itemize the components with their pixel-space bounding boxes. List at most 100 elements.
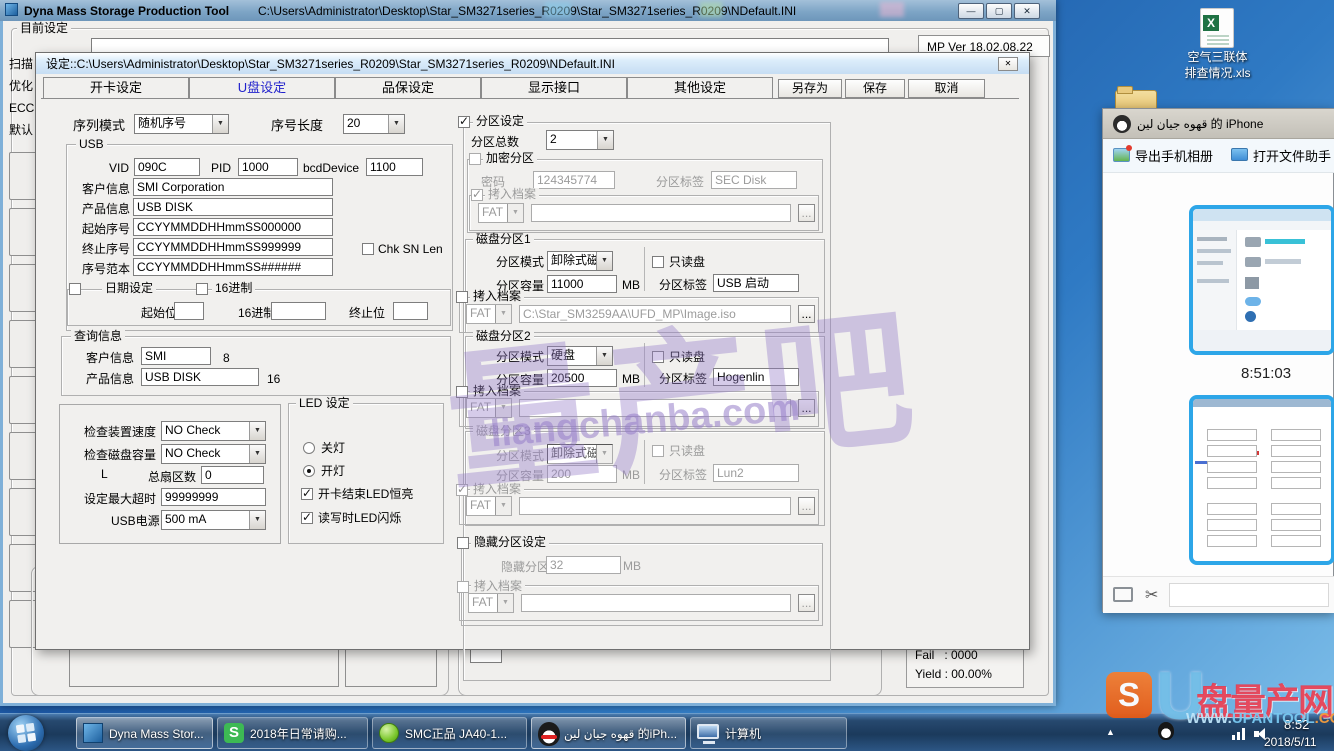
check-capacity-dropdown[interactable]: NO Check — [161, 444, 266, 464]
partition-enable-checkbox[interactable] — [458, 116, 470, 128]
p2-capacity-field[interactable]: 20500 — [547, 369, 617, 387]
secure-copy-label: 拷入档案 — [485, 188, 539, 201]
date-setting-checkbox[interactable] — [69, 283, 81, 295]
main-window-title: Dyna Mass Storage Production Tool — [24, 4, 229, 18]
led-off-label: 关灯 — [321, 441, 345, 455]
save-button[interactable]: 保存 — [845, 79, 905, 98]
partition-total-dropdown[interactable]: 2 — [546, 130, 614, 150]
maximize-button[interactable]: ▢ — [986, 3, 1012, 19]
p2-browse-button[interactable]: ... — [798, 399, 815, 417]
photo-thumbnail-mptool[interactable] — [1189, 395, 1334, 565]
dialog-titlebar[interactable]: 设定::C:\Users\Administrator\Desktop\Star_… — [36, 53, 1029, 74]
sn-end-label: 终止序号 — [82, 242, 130, 256]
thumb1-cloud — [1245, 297, 1261, 306]
start-bit-field[interactable] — [174, 302, 204, 320]
taskbar-item-smc[interactable]: SMC正品 JA40-1... — [372, 717, 527, 749]
p2-mode-dropdown[interactable]: 硬盘 — [547, 346, 613, 366]
p1-copy-checkbox[interactable] — [456, 291, 468, 303]
thumb2-slot3 — [1207, 461, 1257, 473]
taskbar-item-wps[interactable]: S 2018年日常请购... — [217, 717, 368, 749]
led-steady-checkbox[interactable] — [301, 488, 313, 500]
tab-display-interface[interactable]: 显示接口 — [481, 77, 627, 99]
check-speed-dropdown[interactable]: NO Check — [161, 421, 266, 441]
query-customer-field[interactable]: SMI — [141, 347, 211, 365]
secure-partition-checkbox[interactable] — [469, 153, 481, 165]
led-on-radio[interactable] — [303, 465, 315, 477]
p1-mode-label: 分区模式 — [496, 255, 544, 269]
usb-power-dropdown[interactable]: 500 mA — [161, 510, 266, 530]
p2-tag-field[interactable]: Hogenlin — [713, 368, 799, 386]
minimize-button[interactable]: — — [958, 3, 984, 19]
tray-show-hidden-icon[interactable]: ▲ — [1106, 727, 1115, 737]
bcddevice-label: bcdDevice — [303, 161, 359, 175]
close-button[interactable]: ✕ — [1014, 3, 1040, 19]
phone-window-titlebar[interactable]: قهوه جيان لين 的 iPhone — [1103, 109, 1334, 139]
hidden-partition-checkbox[interactable] — [457, 537, 469, 549]
hex2-field[interactable] — [271, 302, 326, 320]
p2-readonly-checkbox[interactable] — [652, 351, 664, 363]
scissors-icon[interactable]: ✂ — [1145, 585, 1158, 605]
file-helper-button[interactable]: 打开文件助手 — [1253, 150, 1331, 164]
p3-fs-dropdown: FAT — [466, 496, 512, 516]
p2-copy-label: 拷入档案 — [470, 385, 524, 398]
cancel-button[interactable]: 取消 — [908, 79, 985, 98]
disk-partition1-title: 磁盘分区1 — [473, 233, 534, 246]
p1-readonly-checkbox[interactable] — [652, 256, 664, 268]
led-blink-checkbox[interactable] — [301, 512, 313, 524]
excel-label-line1: 空气三联体 — [1150, 50, 1285, 64]
p1-browse-button[interactable]: ... — [798, 305, 815, 323]
sn-template-field[interactable]: CCYYMMDDHHmmSS###### — [133, 258, 333, 276]
tab-qa-settings[interactable]: 品保设定 — [335, 77, 481, 99]
customer-info-field[interactable]: SMI Corporation — [133, 178, 333, 196]
thumb2-slot11 — [1207, 535, 1257, 547]
thumb1-drive1 — [1245, 237, 1261, 247]
export-photos-button[interactable]: 导出手机相册 — [1135, 150, 1213, 164]
total-sectors-label: 总扇区数 — [148, 470, 196, 484]
tray-clock-date[interactable]: 2018/5/11 — [1264, 735, 1317, 749]
p1-capacity-field[interactable]: 11000 — [547, 275, 617, 293]
p2-copy-checkbox[interactable] — [456, 386, 468, 398]
hidden-copy-checkbox — [457, 581, 469, 593]
taskbar-item-dyna[interactable]: Dyna Mass Stor... — [76, 717, 213, 749]
folder-shortcut-icon[interactable] — [1113, 587, 1133, 602]
hex-label: 16进制 — [212, 282, 255, 295]
p3-copy-checkbox — [456, 484, 468, 496]
query-product-label: 产品信息 — [86, 372, 134, 386]
serial-mode-dropdown[interactable]: 随机序号 — [134, 114, 229, 134]
tray-qq-icon[interactable] — [1158, 722, 1174, 740]
phone-input-box[interactable] — [1169, 583, 1329, 607]
bcddevice-field[interactable]: 1100 — [366, 158, 423, 176]
chk-sn-len-checkbox[interactable] — [362, 243, 374, 255]
hex-checkbox[interactable] — [196, 283, 208, 295]
p1-tag-field[interactable]: USB 启动 — [713, 274, 799, 292]
sn-end-field[interactable]: CCYYMMDDHHmmSS999999 — [133, 238, 333, 256]
product-info-field[interactable]: USB DISK — [133, 198, 333, 216]
vid-field[interactable]: 090C — [134, 158, 200, 176]
led-off-radio[interactable] — [303, 442, 315, 454]
main-window-titlebar[interactable]: Dyna Mass Storage Production Tool C:\Use… — [0, 0, 1056, 21]
tab-card-settings[interactable]: 开卡设定 — [43, 77, 189, 99]
start-button[interactable] — [8, 715, 44, 751]
total-sectors-field[interactable]: 0 — [201, 466, 264, 484]
taskbar-item-computer[interactable]: 计算机 — [690, 717, 847, 749]
tray-clock-time[interactable]: 8:52 — [1284, 718, 1309, 732]
tab-other-settings[interactable]: 其他设定 — [627, 77, 773, 99]
taskbar-item-qq[interactable]: قهوه جيان لين 的iPh... — [531, 717, 686, 749]
product-info-label: 产品信息 — [82, 202, 130, 216]
photo-thumbnail-explorer[interactable] — [1189, 205, 1334, 355]
save-as-button[interactable]: 另存为 — [778, 79, 842, 98]
tray-network-icon[interactable] — [1232, 728, 1246, 740]
query-product-field[interactable]: USB DISK — [141, 368, 259, 386]
sn-start-field[interactable]: CCYYMMDDHHmmSS000000 — [133, 218, 333, 236]
photo-timestamp: 8:51:03 — [1241, 367, 1291, 381]
max-timeout-field[interactable]: 99999999 — [161, 488, 266, 506]
disk-partition2-title: 磁盘分区2 — [473, 330, 534, 343]
p1-mode-dropdown[interactable]: 卸除式磁碟 — [547, 251, 613, 271]
pid-field[interactable]: 1000 — [238, 158, 298, 176]
end-bit-field[interactable] — [393, 302, 428, 320]
desktop-icon-excel[interactable]: X 空气三联体 排查情况.xls — [1150, 6, 1285, 86]
taskbar-item-label: 计算机 — [725, 727, 761, 741]
tab-udisk-settings[interactable]: U盘设定 — [189, 77, 335, 99]
dialog-close-button[interactable]: ✕ — [998, 57, 1018, 71]
serial-length-dropdown[interactable]: 20 — [343, 114, 405, 134]
